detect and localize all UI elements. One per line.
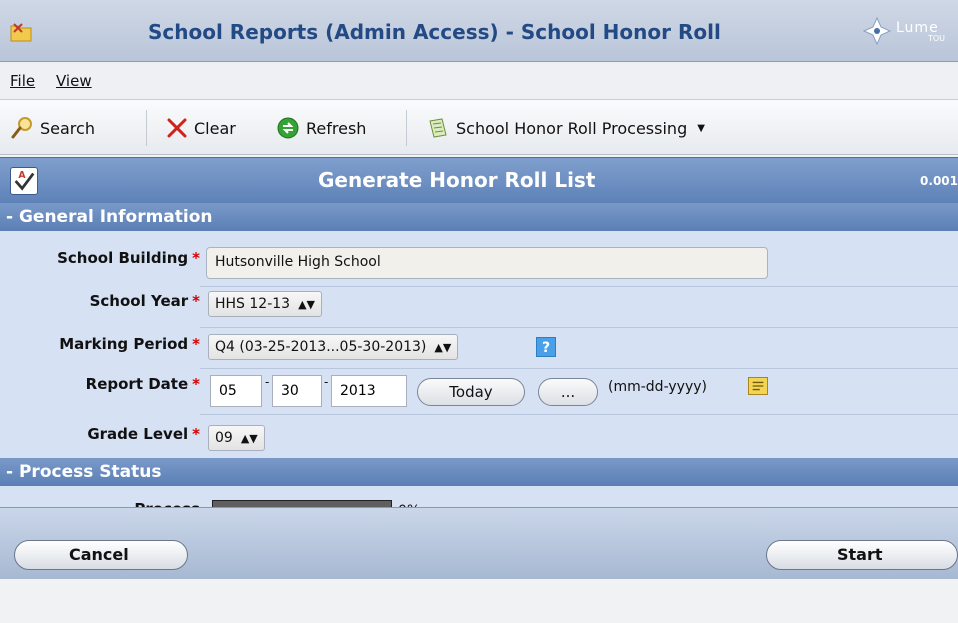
required-marker: * bbox=[192, 292, 200, 310]
required-marker: * bbox=[192, 249, 200, 267]
menu-bar: File View bbox=[0, 62, 958, 100]
select-arrows-icon: ▲▼ bbox=[298, 298, 315, 311]
menu-view-label: View bbox=[56, 72, 92, 90]
school-building-field[interactable]: Hutsonville High School bbox=[206, 247, 768, 279]
required-marker: * bbox=[192, 425, 200, 443]
brand-logo: Lume TOU bbox=[858, 16, 958, 46]
svg-text:A: A bbox=[18, 170, 26, 181]
grade-level-label-text: Grade Level bbox=[87, 425, 189, 443]
search-button[interactable]: Search bbox=[10, 116, 95, 140]
marking-period-label-text: Marking Period bbox=[59, 335, 189, 353]
report-date-year-input[interactable]: 2013 bbox=[331, 375, 407, 407]
close-icon bbox=[167, 118, 187, 138]
refresh-button[interactable]: Refresh bbox=[276, 116, 366, 140]
row-divider bbox=[200, 286, 958, 287]
notebook-icon bbox=[429, 118, 447, 138]
processing-label: School Honor Roll Processing bbox=[456, 118, 688, 138]
select-arrows-icon: ▲▼ bbox=[434, 341, 452, 354]
date-separator: - bbox=[324, 375, 329, 389]
search-icon bbox=[11, 117, 32, 139]
brand-subtext: TOU bbox=[928, 34, 946, 43]
school-building-label-text: School Building bbox=[57, 249, 189, 267]
marking-period-value: Q4 (03-25-2013...05-30-2013) bbox=[215, 339, 427, 355]
general-information-header[interactable]: - General Information bbox=[0, 203, 958, 231]
page-header: A Generate Honor Roll List 0.001 bbox=[0, 157, 958, 203]
grade-level-select[interactable]: 09 ▲▼ bbox=[208, 425, 265, 451]
date-separator: - bbox=[265, 375, 270, 389]
menu-file-label: File bbox=[10, 72, 36, 90]
menu-view[interactable]: View bbox=[56, 72, 92, 90]
cancel-button[interactable]: Cancel bbox=[14, 540, 188, 570]
toolbar-divider bbox=[146, 110, 147, 146]
school-year-value: HHS 12-13 bbox=[215, 296, 291, 312]
row-divider bbox=[200, 414, 958, 415]
school-year-label-text: School Year bbox=[89, 292, 189, 310]
menu-file[interactable]: File bbox=[10, 72, 35, 90]
page-title: Generate Honor Roll List bbox=[318, 168, 596, 192]
school-year-label: School Year * bbox=[0, 292, 200, 310]
marking-period-select[interactable]: Q4 (03-25-2013...05-30-2013) ▲▼ bbox=[208, 334, 459, 360]
toolbar-divider bbox=[406, 110, 407, 146]
clear-button[interactable]: Clear bbox=[166, 116, 236, 140]
chevron-down-icon: ▼ bbox=[697, 122, 705, 134]
report-date-label: Report Date * bbox=[0, 375, 200, 393]
search-label: Search bbox=[40, 118, 95, 138]
select-arrows-icon: ▲▼ bbox=[240, 432, 258, 445]
row-divider bbox=[200, 368, 958, 369]
grade-level-label: Grade Level * bbox=[0, 425, 200, 443]
grade-level-value: 09 bbox=[215, 430, 233, 446]
report-date-day-input[interactable]: 30 bbox=[272, 375, 322, 407]
folder-icon bbox=[10, 23, 32, 42]
toolbar: Search Clear Refresh School Honor Roll P… bbox=[0, 100, 958, 155]
window-title: School Reports (Admin Access) - School H… bbox=[148, 20, 721, 44]
start-button[interactable]: Start bbox=[766, 540, 958, 570]
compass-icon bbox=[862, 16, 892, 46]
today-button[interactable]: Today bbox=[417, 378, 525, 406]
row-divider bbox=[200, 327, 958, 328]
date-format-hint: (mm-dd-yyyy) bbox=[608, 379, 707, 395]
refresh-icon bbox=[277, 117, 299, 139]
required-marker: * bbox=[192, 335, 200, 353]
report-date-month-input[interactable]: 05 bbox=[210, 375, 262, 407]
window-footer bbox=[0, 579, 958, 623]
honor-roll-processing-menu[interactable]: School Honor Roll Processing ▼ bbox=[426, 116, 705, 140]
marking-period-label: Marking Period * bbox=[0, 335, 200, 353]
required-marker: * bbox=[192, 375, 200, 393]
timer-readout: 0.001 bbox=[920, 174, 958, 188]
refresh-label: Refresh bbox=[306, 118, 367, 138]
school-building-label: School Building * bbox=[0, 249, 200, 267]
help-button[interactable]: ? bbox=[536, 337, 556, 357]
report-date-label-text: Report Date bbox=[85, 375, 189, 393]
clear-label: Clear bbox=[194, 118, 236, 138]
checklist-icon: A bbox=[10, 167, 38, 195]
form-panel: - General Information School Building * H… bbox=[0, 203, 958, 518]
window-title-bar: School Reports (Admin Access) - School H… bbox=[0, 0, 958, 62]
process-status-header[interactable]: - Process Status bbox=[0, 458, 958, 486]
school-year-select[interactable]: HHS 12-13 ▲▼ bbox=[208, 291, 322, 317]
date-picker-button[interactable]: ... bbox=[538, 378, 598, 406]
note-icon[interactable] bbox=[748, 377, 768, 395]
